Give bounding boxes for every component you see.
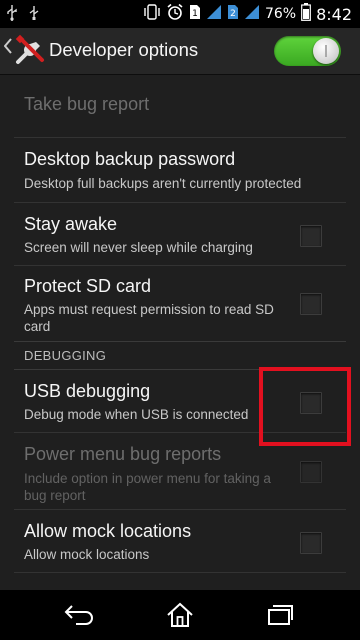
stay-awake-checkbox[interactable] (300, 225, 322, 247)
power-menu-bug-reports-checkbox[interactable] (300, 461, 322, 483)
svg-text:1: 1 (192, 9, 198, 19)
usb-debug-icon (28, 5, 40, 25)
setting-title: Protect SD card (24, 276, 152, 296)
navigation-bar (0, 590, 360, 640)
developer-options-switch[interactable] (274, 36, 341, 66)
setting-title: Allow mock locations (24, 521, 192, 541)
signal-icon (206, 4, 222, 24)
setting-take-bug-report[interactable]: Take bug report (0, 75, 360, 137)
settings-list: Take bug report Desktop backup password … (0, 75, 360, 590)
setting-protect-sd-card[interactable]: Protect SD card Apps must request permis… (0, 266, 360, 341)
battery-icon (301, 3, 311, 25)
setting-summary: Screen will never sleep while charging (24, 240, 253, 255)
setting-stay-awake[interactable]: Stay awake Screen will never sleep while… (0, 203, 360, 265)
setting-title: Take bug report (24, 94, 150, 114)
divider (14, 572, 346, 573)
svg-text:2: 2 (230, 9, 236, 19)
setting-summary: Include option in power menu for taking … (24, 471, 271, 503)
clock: 8:42 (316, 4, 352, 24)
setting-title: Power menu bug reports (24, 444, 222, 464)
divider (14, 341, 346, 342)
sim1-icon: 1 (189, 4, 201, 24)
setting-title: USB debugging (24, 381, 151, 401)
sim2-icon: 2 (227, 4, 239, 24)
setting-title: Desktop backup password (24, 149, 236, 169)
section-header-debugging: DEBUGGING (24, 348, 107, 363)
status-bar: 1 2 76% 8:42 (0, 0, 360, 28)
alarm-icon (166, 3, 184, 25)
battery-percent: 76% (264, 6, 297, 22)
back-arrow-icon[interactable] (3, 38, 12, 58)
home-icon[interactable] (166, 602, 194, 632)
usb-icon (6, 5, 18, 25)
action-bar: Developer options (0, 28, 360, 75)
setting-summary: Apps must request permission to read SD … (24, 302, 274, 334)
protect-sd-card-checkbox[interactable] (300, 293, 322, 315)
setting-summary: Desktop full backups aren't currently pr… (24, 176, 302, 191)
vibrate-icon (143, 4, 161, 24)
developer-tools-icon[interactable] (14, 34, 46, 70)
recent-apps-icon[interactable] (266, 602, 294, 630)
switch-knob (313, 38, 339, 64)
back-icon[interactable] (62, 602, 96, 630)
signal-icon (244, 4, 260, 24)
page-title: Developer options (49, 39, 199, 60)
highlight-box (259, 367, 351, 446)
setting-allow-mock-locations[interactable]: Allow mock locations Allow mock location… (0, 510, 360, 572)
setting-desktop-backup-password[interactable]: Desktop backup password Desktop full bac… (0, 138, 360, 202)
allow-mock-locations-checkbox[interactable] (300, 532, 322, 554)
setting-summary: Debug mode when USB is connected (24, 407, 249, 422)
setting-title: Stay awake (24, 214, 118, 234)
setting-summary: Allow mock locations (24, 547, 150, 562)
